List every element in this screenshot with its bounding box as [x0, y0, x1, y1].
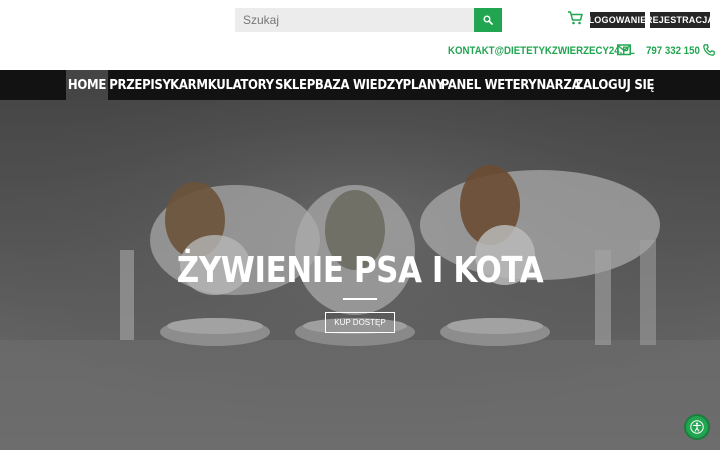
buy-access-button[interactable]: KUP DOSTĘP: [325, 312, 395, 333]
accessibility-button[interactable]: [686, 416, 708, 438]
main-nav: HOME PRZEPISY KARMKULATORY SKLEP BAZA WI…: [0, 70, 720, 100]
nav-item-panel-weterynarza[interactable]: PANEL WETERYNARZA: [441, 70, 581, 100]
nav-item-zaloguj-sie[interactable]: ZALOGUJ SIĘ: [575, 70, 655, 100]
nav-item-plany[interactable]: PLANY: [402, 70, 445, 100]
top-bar: LOGOWANIE REJESTRACJA KONTAKT@DIETETYKZW…: [0, 0, 720, 70]
contact-email-link[interactable]: KONTAKT@DIETETYKZWIERZECY24.PL: [448, 43, 635, 59]
mail-icon[interactable]: [617, 44, 631, 56]
register-button[interactable]: REJESTRACJA: [646, 12, 714, 28]
nav-item-baza-wiedzy[interactable]: BAZA WIEDZY: [315, 70, 403, 100]
nav-item-sklep[interactable]: SKLEP: [273, 70, 317, 100]
nav-item-home[interactable]: HOME: [66, 70, 108, 100]
cart-icon[interactable]: [567, 11, 583, 25]
hero-title: ŻYWIENIE PSA I KOTA: [176, 250, 544, 291]
search-button[interactable]: [474, 8, 502, 32]
nav-item-karmkulatory[interactable]: KARMKULATORY: [170, 70, 274, 100]
nav-item-przepisy[interactable]: PRZEPISY: [109, 70, 171, 100]
search-input[interactable]: [235, 8, 474, 32]
search-icon: [483, 15, 493, 25]
search-bar: [235, 8, 502, 32]
hero-divider: [343, 298, 377, 300]
login-button[interactable]: LOGOWANIE: [589, 12, 646, 28]
hero-banner: ŻYWIENIE PSA I KOTA KUP DOSTĘP: [0, 100, 720, 450]
phone-icon[interactable]: [703, 44, 715, 56]
accessibility-icon: [690, 420, 704, 434]
contact-phone-link[interactable]: 797 332 150: [646, 43, 700, 59]
